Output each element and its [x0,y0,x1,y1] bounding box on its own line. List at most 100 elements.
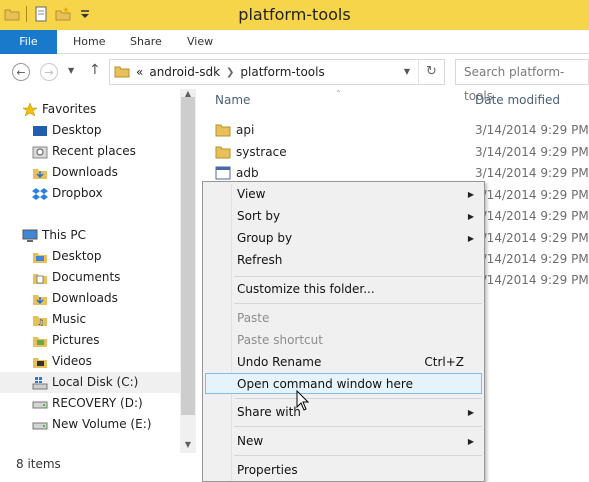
nav-label: Videos [52,354,92,368]
nav-item-desktop[interactable]: Desktop [32,120,102,141]
file-date: 3/14/2014 9:29 PM [475,273,589,287]
desktop-icon [32,123,48,139]
tab-view[interactable]: View [175,30,225,54]
column-header-date[interactable]: Date modified [475,93,560,107]
computer-icon [22,228,38,244]
pictures-icon [32,333,48,349]
menu-shortcut: Ctrl+Z [424,355,464,369]
nav-item-new-volume-e[interactable]: New Volume (E:) [32,414,151,435]
menu-label: Properties [237,463,298,477]
file-date: 3/14/2014 9:29 PM [475,123,589,137]
address-bar[interactable]: « android-sdk ❯ platform-tools ▼ ↻ [109,59,445,85]
menu-item-view[interactable]: View ▶ [205,184,482,205]
nav-label: Favorites [42,102,97,116]
drive-icon [32,396,48,412]
menu-item-undo-rename[interactable]: Undo Rename Ctrl+Z [205,352,482,373]
menu-item-paste: Paste [205,308,482,329]
menu-separator [234,455,482,456]
music-icon: ♫ [32,312,48,328]
menu-label: Customize this folder... [237,282,375,296]
menu-label: Share with [237,405,301,419]
menu-item-sort-by[interactable]: Sort by ▶ [205,206,482,227]
nav-label: Dropbox [52,186,103,200]
nav-label: Local Disk (C:) [52,375,139,389]
up-icon[interactable]: ↑ [89,62,101,78]
recent-locations-icon[interactable]: ▼ [68,66,74,75]
menu-label: Undo Rename [237,355,322,369]
application-icon [215,166,231,180]
nav-item-recent-places[interactable]: Recent places [32,141,136,162]
file-row[interactable]: systrace 3/14/2014 9:29 PM [205,142,589,163]
menu-item-customize-folder[interactable]: Customize this folder... [205,279,482,300]
folder-icon [215,145,231,159]
refresh-icon[interactable]: ↻ [418,60,444,84]
nav-favorites[interactable]: Favorites [22,99,96,120]
nav-item-desktop-pc[interactable]: Desktop [32,246,102,267]
window-title: platform-tools [238,5,351,24]
nav-item-pictures[interactable]: Pictures [32,330,100,351]
submenu-arrow-icon: ▶ [467,212,474,221]
menu-separator [234,303,482,304]
nav-item-videos[interactable]: Videos [32,351,92,372]
menu-label: Paste [237,311,270,325]
breadcrumb-android-sdk[interactable]: android-sdk [149,65,220,79]
nav-label: Desktop [52,123,102,137]
dropbox-icon [32,186,48,202]
chevron-right-icon[interactable]: ❯ [226,67,234,78]
submenu-arrow-icon: ▶ [467,190,474,199]
file-date: 3/14/2014 9:29 PM [475,188,589,202]
desktop-icon [32,249,48,265]
scrollbar-thumb[interactable] [181,97,195,415]
file-date: 3/14/2014 9:29 PM [475,145,589,159]
file-date: 3/14/2014 9:29 PM [475,166,589,180]
menu-item-properties[interactable]: Properties [205,460,482,481]
downloads-icon [32,165,48,181]
file-name: systrace [236,145,287,159]
sort-ascending-icon: ⌃ [335,89,342,98]
nav-label: New Volume (E:) [52,417,152,431]
nav-label: Music [52,312,87,326]
breadcrumb-overflow[interactable]: « [136,65,143,79]
search-input[interactable]: Search platform-tools [455,59,589,103]
menu-separator [234,276,482,277]
nav-item-downloads-pc[interactable]: Downloads [32,288,118,309]
menu-label: Open command window here [237,377,413,391]
tab-file[interactable]: File [0,30,57,54]
menu-item-paste-shortcut: Paste shortcut [205,330,482,351]
nav-item-music[interactable]: ♫ Music [32,309,86,330]
nav-label: Documents [52,270,121,284]
downloads-icon [32,291,48,307]
tab-share[interactable]: Share [118,30,174,54]
menu-item-open-command-window[interactable]: Open command window here [205,373,482,394]
nav-label: RECOVERY (D:) [52,396,143,410]
nav-item-documents[interactable]: Documents [32,267,120,288]
menu-item-refresh[interactable]: Refresh [205,250,482,271]
forward-icon[interactable]: → [40,63,58,81]
file-date: 3/14/2014 9:29 PM [475,209,589,223]
item-count: 8 items [16,457,61,471]
menu-separator [234,426,482,427]
menu-item-group-by[interactable]: Group by ▶ [205,228,482,249]
back-icon[interactable]: ← [12,63,30,81]
file-date: 3/14/2014 9:29 PM [475,252,589,266]
breadcrumb-platform-tools[interactable]: platform-tools [240,65,324,79]
folder-icon [215,123,231,137]
context-menu: View ▶ Sort by ▶ Group by ▶ Refresh Cust… [202,181,485,482]
menu-item-share-with[interactable]: Share with ▶ [205,402,482,423]
nav-item-downloads[interactable]: Downloads [32,162,118,183]
navigation-bar: ← → ▼ ↑ « android-sdk ❯ platform-tools ▼… [0,55,589,103]
nav-item-local-disk-c[interactable]: Local Disk (C:) [0,372,180,393]
nav-this-pc[interactable]: This PC [22,225,86,246]
scroll-down-icon[interactable]: ▼ [180,440,196,449]
chevron-down-icon[interactable]: ▼ [404,67,410,76]
menu-item-new[interactable]: New ▶ [205,431,482,452]
nav-scrollbar[interactable]: ▲ ▼ [180,89,196,453]
nav-label: This PC [42,228,86,242]
tab-home[interactable]: Home [61,30,117,54]
column-header-name[interactable]: Name [215,93,250,107]
submenu-arrow-icon: ▶ [467,437,474,446]
mouse-cursor-icon [296,389,310,412]
file-row[interactable]: api 3/14/2014 9:29 PM [205,120,589,141]
nav-item-dropbox[interactable]: Dropbox [32,183,103,204]
nav-item-recovery-d[interactable]: RECOVERY (D:) [32,393,143,414]
